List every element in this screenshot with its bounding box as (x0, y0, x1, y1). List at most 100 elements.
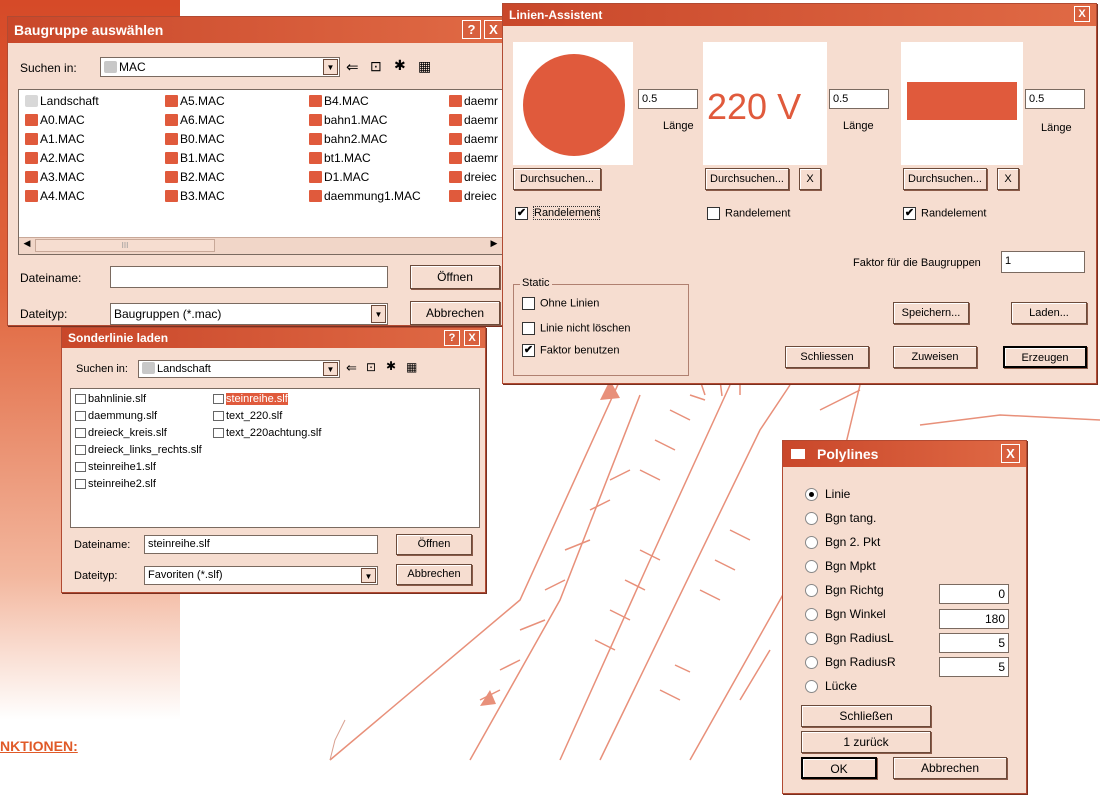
ok-button[interactable]: OK (801, 757, 877, 779)
close-button[interactable]: X (1074, 6, 1090, 22)
file-item[interactable]: B3.MAC (165, 189, 225, 204)
faktor-input[interactable]: 1 (1001, 251, 1085, 273)
cancel-button[interactable]: Abbrechen (410, 301, 500, 325)
file-item[interactable]: steinreihe.slf (213, 392, 288, 407)
undo-button[interactable]: 1 zurück (801, 731, 931, 753)
radio-empty-icon[interactable] (805, 536, 818, 550)
nicht-loeschen-checkbox[interactable]: Linie nicht löschen (522, 322, 631, 335)
radio-empty-icon[interactable] (805, 656, 818, 670)
file-item[interactable]: daemr (449, 94, 498, 109)
file-list[interactable]: Landschaft A0.MAC A1.MAC A2.MAC A3.MAC A4.MAC… (18, 89, 503, 255)
file-item[interactable]: A2.MAC (25, 151, 85, 166)
file-item[interactable]: daemr (449, 151, 498, 166)
file-item[interactable]: dreiec (449, 170, 497, 185)
checkbox-empty-icon[interactable] (707, 207, 720, 220)
checkbox-empty-icon[interactable] (522, 297, 535, 310)
radio-empty-icon[interactable] (805, 560, 818, 574)
radio-option[interactable]: Linie (805, 487, 850, 502)
chevron-down-icon[interactable]: ▼ (371, 305, 386, 323)
radio-option[interactable]: Bgn RadiusL (805, 631, 894, 646)
radio-selected-icon[interactable] (805, 488, 818, 502)
file-item[interactable]: bahn2.MAC (309, 132, 387, 147)
lookin-select[interactable]: Landschaft ▼ (138, 360, 340, 378)
folder-up-icon[interactable]: ⊡ (370, 58, 382, 75)
file-item[interactable]: bahnlinie.slf (75, 392, 146, 407)
file-item[interactable]: B1.MAC (165, 151, 225, 166)
cancel-button[interactable]: Abbrechen (893, 757, 1007, 779)
radio-option[interactable]: Bgn Winkel (805, 607, 886, 622)
radio-empty-icon[interactable] (805, 608, 818, 622)
radio-option[interactable]: Lücke (805, 679, 857, 694)
file-item[interactable]: B2.MAC (165, 170, 225, 185)
help-button[interactable]: ? (444, 330, 460, 346)
checkbox-checked-icon[interactable]: ✔ (522, 344, 535, 357)
clear-button-3[interactable]: X (997, 168, 1019, 190)
randelement-checkbox-1[interactable]: ✔ Randelement (515, 206, 601, 221)
checkbox-checked-icon[interactable]: ✔ (515, 207, 528, 220)
new-folder-icon[interactable]: ✱ (386, 359, 396, 373)
close-button[interactable]: X (1001, 444, 1020, 463)
create-button[interactable]: Erzeugen (1003, 346, 1087, 368)
richtg-input[interactable]: 0 (939, 584, 1009, 604)
browse-button-3[interactable]: Durchsuchen... (903, 168, 987, 190)
file-item[interactable]: text_220achtung.slf (213, 426, 321, 441)
file-item[interactable]: daemmung1.MAC (309, 189, 421, 204)
help-button[interactable]: ? (462, 20, 481, 39)
radio-option[interactable]: Bgn tang. (805, 511, 876, 526)
file-item[interactable]: A1.MAC (25, 132, 85, 147)
file-item[interactable]: daemr (449, 113, 498, 128)
file-item[interactable]: dreieck_kreis.slf (75, 426, 167, 441)
file-item[interactable]: A6.MAC (165, 113, 225, 128)
radio-empty-icon[interactable] (805, 632, 818, 646)
assign-button[interactable]: Zuweisen (893, 346, 977, 368)
close-polyline-button[interactable]: Schließen (801, 705, 931, 727)
filetype-select[interactable]: Favoriten (*.slf) ▼ (144, 566, 378, 585)
new-folder-icon[interactable]: ✱ (394, 57, 406, 74)
scroll-right-icon[interactable]: ▶ (486, 238, 502, 253)
winkel-input[interactable]: 180 (939, 609, 1009, 629)
filetype-select[interactable]: Baugruppen (*.mac) ▼ (110, 303, 388, 325)
back-icon[interactable]: ⇐ (346, 360, 357, 376)
filename-input[interactable] (110, 266, 388, 288)
radiusr-input[interactable]: 5 (939, 657, 1009, 677)
laenge-input-1[interactable]: 0.5 (638, 89, 698, 109)
radio-option[interactable]: Bgn Richtg (805, 583, 884, 598)
chevron-down-icon[interactable]: ▼ (361, 568, 376, 583)
lookin-select[interactable]: MAC ▼ (100, 57, 340, 77)
file-list[interactable]: bahnlinie.slf daemmung.slf dreieck_kreis.s… (70, 388, 480, 528)
randelement-checkbox-3[interactable]: ✔ Randelement (903, 207, 986, 220)
file-item[interactable]: daemmung.slf (75, 409, 157, 424)
file-item[interactable]: text_220.slf (213, 409, 282, 424)
cancel-button[interactable]: Abbrechen (396, 564, 472, 585)
filename-input[interactable]: steinreihe.slf (144, 535, 378, 554)
open-button[interactable]: Öffnen (410, 265, 500, 289)
radio-empty-icon[interactable] (805, 680, 818, 694)
file-item[interactable]: steinreihe1.slf (75, 460, 156, 475)
checkbox-empty-icon[interactable] (522, 322, 535, 335)
radio-empty-icon[interactable] (805, 512, 818, 526)
file-item[interactable]: A4.MAC (25, 189, 85, 204)
save-button[interactable]: Speichern... (893, 302, 969, 324)
file-item[interactable]: bt1.MAC (309, 151, 371, 166)
back-icon[interactable]: ⇐ (346, 58, 359, 76)
radio-option[interactable]: Bgn 2. Pkt (805, 535, 880, 550)
file-item[interactable]: steinreihe2.slf (75, 477, 156, 492)
view-menu-icon[interactable]: ▦ (406, 360, 417, 374)
file-item[interactable]: daemr (449, 132, 498, 147)
file-item[interactable]: bahn1.MAC (309, 113, 387, 128)
browse-button-1[interactable]: Durchsuchen... (513, 168, 601, 190)
file-item[interactable]: dreieck_links_rechts.slf (75, 443, 202, 458)
laenge-input-2[interactable]: 0.5 (829, 89, 889, 109)
chevron-down-icon[interactable]: ▼ (323, 362, 338, 376)
file-item[interactable]: B4.MAC (309, 94, 369, 109)
laenge-input-3[interactable]: 0.5 (1025, 89, 1085, 109)
folder-up-icon[interactable]: ⊡ (366, 360, 376, 374)
ohne-linien-checkbox[interactable]: Ohne Linien (522, 297, 599, 310)
radio-option[interactable]: Bgn RadiusR (805, 655, 896, 670)
randelement-checkbox-2[interactable]: Randelement (707, 207, 790, 220)
horizontal-scrollbar[interactable]: ◀ III ▶ (19, 237, 502, 254)
scroll-thumb[interactable]: III (35, 239, 215, 252)
clear-button-2[interactable]: X (799, 168, 821, 190)
chevron-down-icon[interactable]: ▼ (323, 59, 338, 75)
open-button[interactable]: Öffnen (396, 534, 472, 555)
